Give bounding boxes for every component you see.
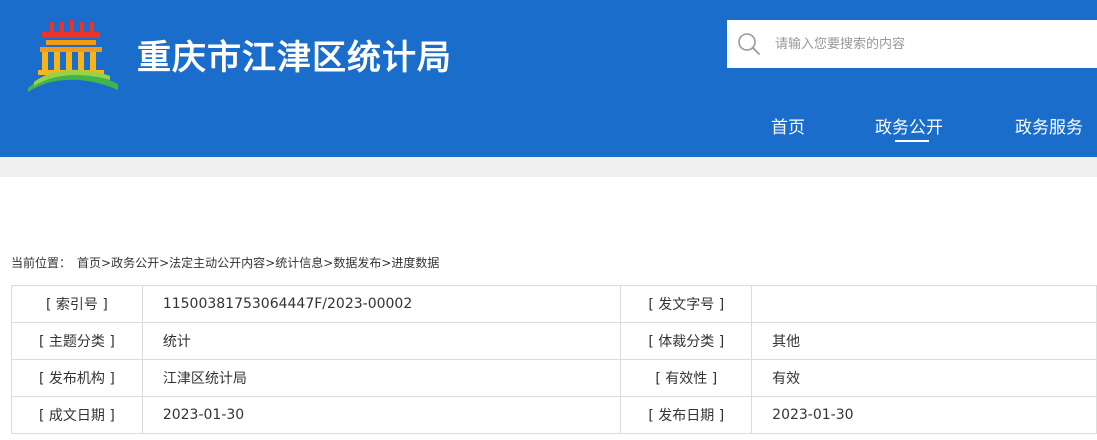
breadcrumb-separator: >: [265, 256, 276, 270]
validity-value: 有效: [751, 359, 1097, 397]
topic-category-value: 统计: [141, 322, 622, 360]
publish-date-label: [ 发布日期 ]: [620, 396, 753, 434]
topic-category-label: [ 主题分类 ]: [11, 322, 143, 360]
creation-date-value: 2023-01-30: [141, 396, 622, 434]
table-row: [ 主题分类 ] 统计 [ 体裁分类 ] 其他: [11, 322, 1097, 360]
nav-item-government-services[interactable]: 政务服务: [1015, 113, 1083, 138]
breadcrumb-separator: >: [381, 256, 392, 270]
index-number-value: 11500381753064447F/2023-00002: [141, 285, 622, 323]
breadcrumb-item-data-release[interactable]: 数据发布: [333, 256, 381, 270]
site-title: 重庆市江津区统计局: [137, 38, 452, 78]
site-header: 重庆市江津区统计局 首页 政务公开 政务服务: [0, 0, 1097, 157]
breadcrumb-item-statistics-info[interactable]: 统计信息: [275, 256, 323, 270]
publisher-label: [ 发布机构 ]: [11, 359, 143, 397]
breadcrumb: 当前位置： 首页>政务公开>法定主动公开内容>统计信息>数据发布>进度数据: [11, 254, 439, 271]
breadcrumb-item-government-affairs[interactable]: 政务公开: [111, 256, 159, 270]
genre-category-label: [ 体裁分类 ]: [620, 322, 753, 360]
document-number-value: [751, 285, 1097, 323]
table-row: [ 成文日期 ] 2023-01-30 [ 发布日期 ] 2023-01-30: [11, 396, 1097, 434]
breadcrumb-separator: >: [323, 256, 334, 270]
creation-date-label: [ 成文日期 ]: [11, 396, 143, 434]
table-row: [ 索引号 ] 11500381753064447F/2023-00002 [ …: [11, 285, 1097, 323]
nav-item-home[interactable]: 首页: [771, 113, 805, 138]
document-info-table: [ 索引号 ] 11500381753064447F/2023-00002 [ …: [11, 285, 1097, 434]
search-box: [727, 20, 1097, 68]
index-number-label: [ 索引号 ]: [11, 285, 143, 323]
breadcrumb-separator: >: [159, 256, 170, 270]
validity-label: [ 有效性 ]: [620, 359, 753, 397]
search-icon[interactable]: [737, 32, 761, 56]
divider-band: [0, 157, 1097, 177]
breadcrumb-separator: >: [101, 256, 112, 270]
breadcrumb-item-home[interactable]: 首页: [77, 256, 101, 270]
publisher-value: 江津区统计局: [141, 359, 622, 397]
search-input[interactable]: [771, 20, 1091, 68]
publish-date-value: 2023-01-30: [751, 396, 1097, 434]
nav-item-government-affairs[interactable]: 政务公开: [875, 113, 943, 138]
breadcrumb-prefix: 当前位置：: [11, 256, 72, 270]
site-logo-icon[interactable]: [26, 18, 122, 92]
genre-category-value: 其他: [751, 322, 1097, 360]
document-number-label: [ 发文字号 ]: [620, 285, 753, 323]
nav-active-indicator: [895, 140, 929, 142]
breadcrumb-item-progress-data[interactable]: 进度数据: [391, 256, 439, 270]
table-row: [ 发布机构 ] 江津区统计局 [ 有效性 ] 有效: [11, 359, 1097, 397]
breadcrumb-item-statutory-disclosure[interactable]: 法定主动公开内容: [169, 256, 265, 270]
